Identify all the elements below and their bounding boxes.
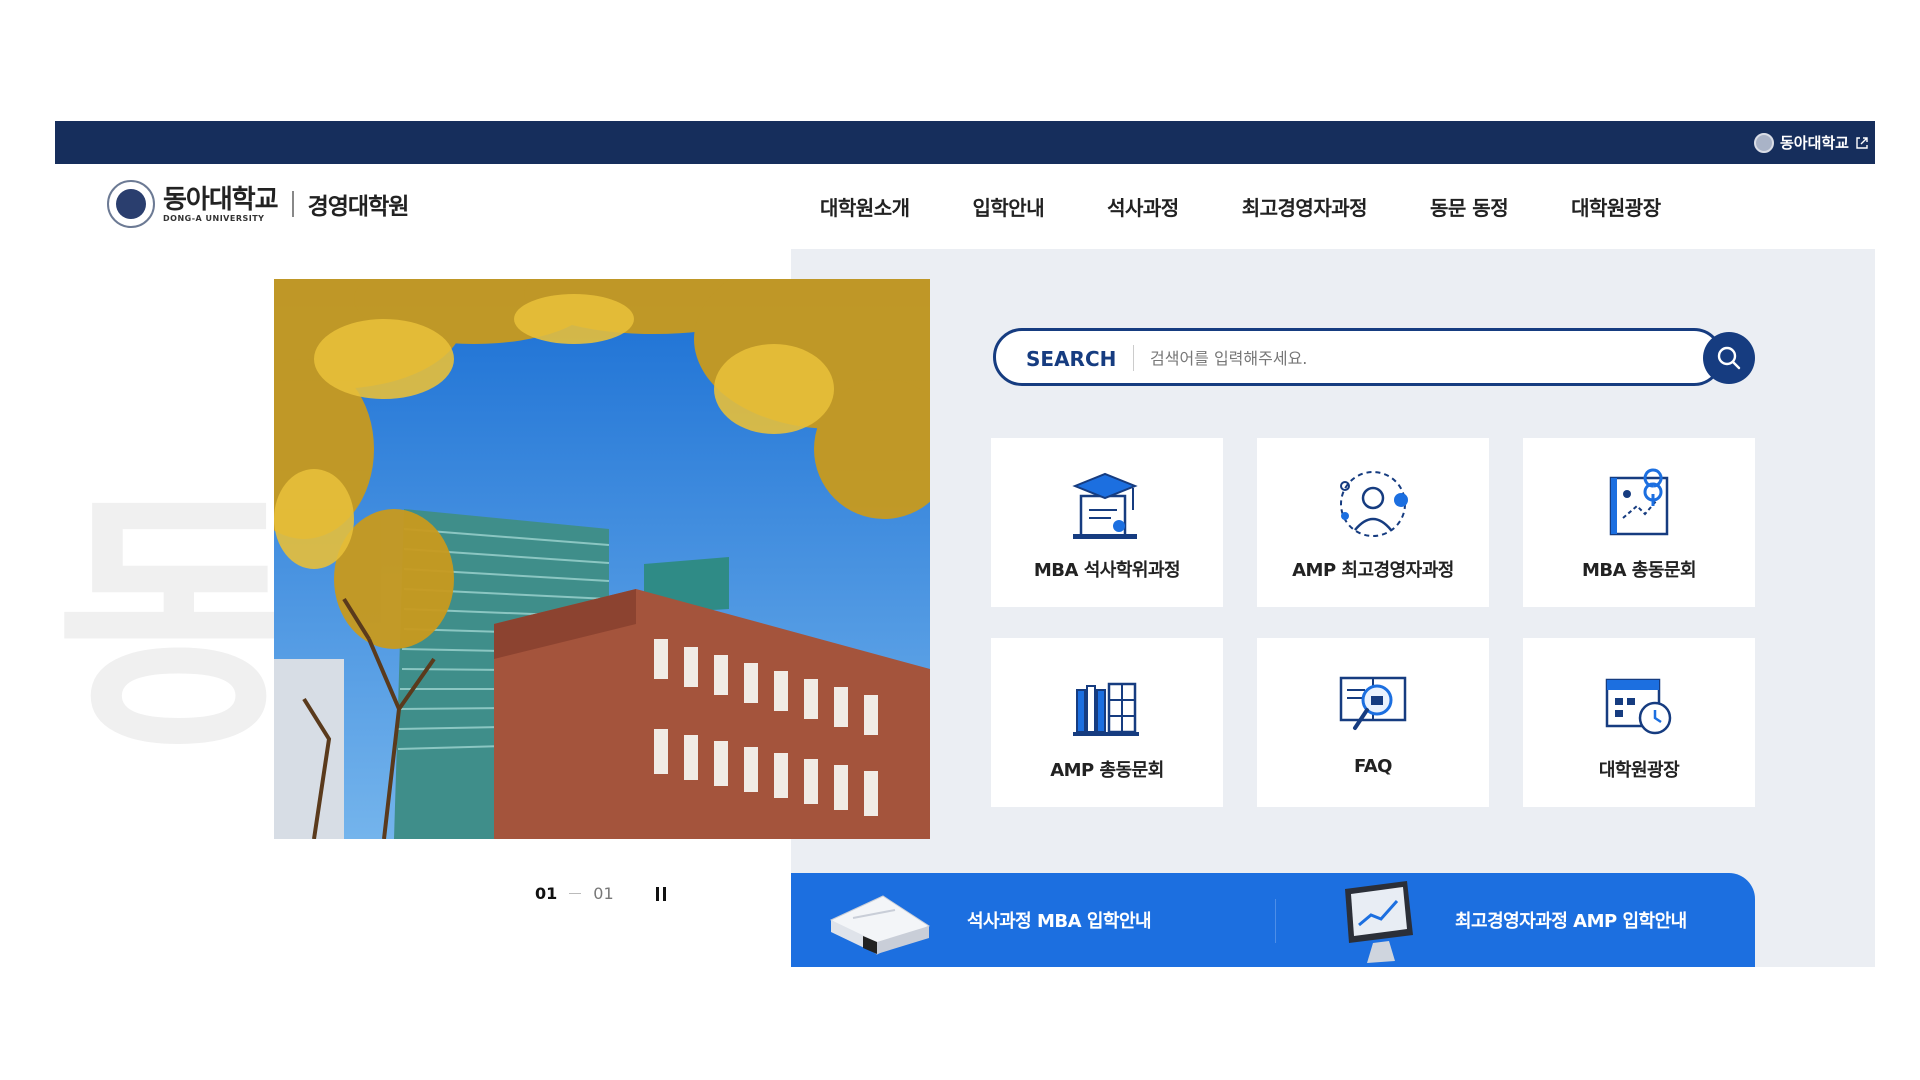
monitor-chart-icon — [1345, 881, 1413, 963]
quick-link-label: AMP 총동문회 — [1050, 760, 1164, 781]
site-logo[interactable]: 동아대학교 DONG-A UNIVERSITY 경영대학원 — [107, 180, 410, 228]
nav-item-alumni-news[interactable]: 동문 동정 — [1430, 192, 1509, 221]
quick-link-faq[interactable]: FAQ — [1257, 638, 1489, 807]
university-seal-icon — [1753, 132, 1774, 153]
quick-link-label: AMP 최고경영자과정 — [1292, 560, 1454, 581]
banner-divider — [1275, 899, 1276, 943]
quick-link-amp-course[interactable]: AMP 최고경영자과정 — [1257, 438, 1489, 607]
banner-label: 석사과정 MBA 입학안내 — [967, 911, 1152, 932]
search-input[interactable] — [1148, 341, 1672, 375]
quick-link-amp-alumni[interactable]: AMP 총동문회 — [991, 638, 1223, 807]
page-frame: 동아대학교 동아대학교 DONG-A UNIVERSITY 경영대학원 대학원소… — [55, 121, 1875, 967]
watermark-text: 동 — [55, 468, 304, 783]
university-home-link-label: 동아대학교 — [1779, 134, 1849, 152]
banner-amp-admission[interactable]: 최고경영자과정 AMP 입학안내 — [1335, 873, 1687, 967]
search-box: SEARCH — [993, 328, 1723, 386]
book-magnifier-icon — [1339, 676, 1407, 730]
nav-item-plaza[interactable]: 대학원광장 — [1571, 192, 1661, 221]
search-divider — [1133, 345, 1134, 371]
logo-university-name: 동아대학교 — [163, 184, 279, 215]
nav-item-admission[interactable]: 입학안내 — [973, 192, 1045, 221]
nav-item-about[interactable]: 대학원소개 — [820, 192, 910, 221]
quick-link-label: MBA 총동문회 — [1581, 560, 1697, 581]
slide-current-index: 01 — [535, 884, 558, 903]
campus-photo-slide — [274, 279, 930, 839]
books-shelf-icon — [1073, 682, 1139, 736]
quick-link-mba-alumni[interactable]: MBA 총동문회 — [1523, 438, 1755, 607]
pager-separator — [569, 893, 582, 894]
pause-icon — [655, 886, 659, 901]
logo-school-name: 경영대학원 — [307, 194, 410, 220]
quick-link-label: 대학원광장 — [1598, 760, 1680, 781]
site-header: 동아대학교 DONG-A UNIVERSITY 경영대학원 대학원소개 입학안내… — [55, 164, 1875, 249]
external-link-icon — [1856, 136, 1868, 149]
university-emblem-icon — [107, 180, 155, 228]
banner-label: 최고경영자과정 AMP 입학안내 — [1455, 911, 1687, 932]
logo-divider — [291, 191, 294, 217]
nav-item-executive[interactable]: 최고경영자과정 — [1242, 192, 1368, 221]
quick-link-plaza[interactable]: 대학원광장 — [1523, 638, 1755, 807]
slide-pager: 01 01 — [535, 884, 666, 903]
search-button[interactable] — [1703, 332, 1755, 384]
graduation-diploma-icon — [1072, 472, 1138, 539]
search-icon — [1717, 346, 1741, 370]
slide-pause-button[interactable] — [655, 886, 666, 901]
search-label: SEARCH — [1026, 347, 1117, 371]
executive-person-icon — [1340, 471, 1408, 537]
logo-english-name: DONG-A UNIVERSITY — [163, 213, 265, 223]
banner-mba-admission[interactable]: 석사과정 MBA 입학안내 — [825, 873, 1152, 967]
quick-link-label: MBA 석사학위과정 — [1033, 560, 1181, 581]
main-nav: 대학원소개 입학안내 석사과정 최고경영자과정 동문 동정 대학원광장 — [820, 164, 1661, 249]
campus-photo — [274, 279, 930, 839]
nav-item-masters[interactable]: 석사과정 — [1107, 192, 1179, 221]
document-pack-icon — [830, 895, 930, 955]
quick-link-mba-degree[interactable]: MBA 석사학위과정 — [991, 438, 1223, 607]
admission-banner: 석사과정 MBA 입학안내 최고경영자과정 AMP 입학안내 — [791, 873, 1755, 967]
top-utility-bar: 동아대학교 — [55, 121, 1875, 164]
university-home-link[interactable]: 동아대학교 — [1753, 132, 1869, 153]
map-pin-board-icon — [1609, 468, 1669, 536]
quick-link-label: FAQ — [1354, 756, 1392, 777]
calendar-clock-icon — [1605, 678, 1672, 735]
slide-total-count: 01 — [593, 884, 614, 903]
